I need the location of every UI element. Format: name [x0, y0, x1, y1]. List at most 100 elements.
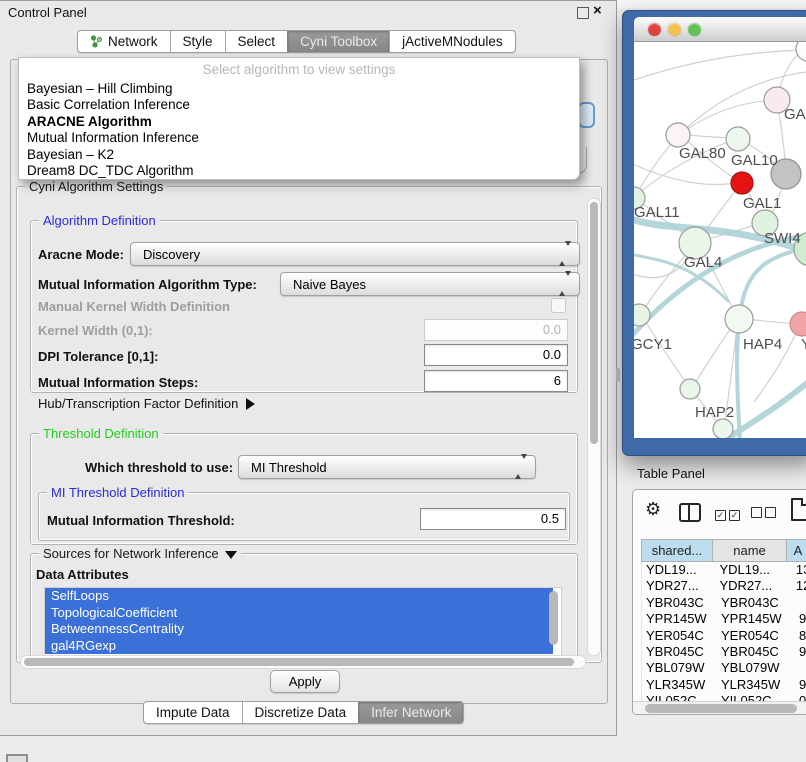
which-threshold-combobox[interactable]: MI Threshold — [238, 455, 536, 479]
table-row[interactable]: YBR045CYBR045C9. — [642, 644, 806, 660]
table-row[interactable]: YBR043CYBR043C — [642, 595, 806, 611]
settings-horizontal-thumb[interactable] — [24, 658, 574, 666]
table-row[interactable]: YPR145WYPR145W9. — [642, 611, 806, 627]
cell[interactable]: YLR345W — [642, 677, 717, 693]
table-row[interactable]: YBL079WYBL079W — [642, 660, 806, 676]
menu-item[interactable]: Mutual Information Inference — [19, 130, 579, 146]
tab-jactivemnodules[interactable]: jActiveMNodules — [389, 31, 515, 52]
cell[interactable]: YBR045C — [642, 644, 717, 660]
menu-item[interactable]: Dream8 DC_TDC Algorithm — [19, 163, 579, 179]
menu-item[interactable]: Bayesian – K2 — [19, 147, 579, 163]
tab-network[interactable]: Network — [78, 31, 170, 52]
combo-focus-fragment[interactable] — [578, 102, 595, 128]
cell[interactable]: YBL079W — [717, 660, 795, 676]
table-body[interactable]: YDL19...YDL19...13 YDR27...YDR27...12 YB… — [641, 562, 806, 701]
tab-cyni-toolbox[interactable]: Cyni Toolbox — [287, 31, 389, 52]
export-table-icon[interactable] — [791, 498, 806, 521]
settings-vertical-scrollbar[interactable] — [587, 198, 601, 656]
menu-item[interactable]: ARACNE Algorithm — [19, 114, 579, 130]
cell[interactable] — [795, 660, 799, 676]
cell[interactable]: 12 — [792, 578, 806, 594]
table-horizontal-scrollbar[interactable] — [633, 701, 806, 715]
mi-steps-field[interactable]: 6 — [424, 370, 568, 392]
list-item[interactable]: TopologicalCoefficient — [45, 605, 553, 622]
table-row[interactable]: YLR345WYLR345W9. — [642, 677, 806, 693]
cell[interactable]: YER054C — [717, 628, 795, 644]
cell[interactable]: YDR27... — [715, 578, 791, 594]
data-attributes-list[interactable]: SelfLoops TopologicalCoefficient Between… — [44, 587, 562, 657]
manual-kernel-checkbox[interactable] — [551, 298, 566, 313]
cell[interactable]: 0. — [795, 693, 806, 701]
network-node[interactable] — [634, 304, 650, 326]
mi-threshold-field[interactable]: 0.5 — [420, 508, 566, 530]
table-row[interactable]: YDL19...YDL19...13 — [642, 562, 806, 578]
tab-impute-data[interactable]: Impute Data — [144, 702, 242, 723]
menu-item[interactable]: Basic Correlation Inference — [19, 97, 579, 113]
cell[interactable]: YLR345W — [717, 677, 795, 693]
close-traffic-light-icon[interactable] — [648, 23, 661, 36]
cell[interactable]: YBR043C — [642, 595, 717, 611]
table-horizontal-thumb[interactable] — [645, 704, 797, 713]
network-node[interactable] — [725, 305, 753, 333]
cell[interactable]: YER054C — [642, 628, 717, 644]
tab-style[interactable]: Style — [170, 31, 225, 52]
close-icon[interactable]: × — [593, 2, 602, 19]
cell[interactable]: YDL19... — [715, 562, 791, 578]
tab-infer-network[interactable]: Infer Network — [358, 702, 463, 723]
zoom-traffic-light-icon[interactable] — [688, 23, 701, 36]
cell[interactable]: YIL052C — [717, 693, 795, 701]
column-header-clipped[interactable]: A — [787, 540, 806, 562]
mi-type-combobox[interactable]: Naive Bayes — [280, 272, 580, 296]
deselect-all-columns-icon[interactable] — [751, 506, 779, 521]
kernel-width-field[interactable]: 0.0 — [424, 319, 568, 341]
table-row[interactable]: YER054CYER054C8. — [642, 628, 806, 644]
network-node[interactable] — [713, 419, 733, 438]
hub-definition-expander[interactable]: Hub/Transcription Factor Definition — [38, 396, 255, 411]
column-header-name[interactable]: name — [713, 540, 787, 562]
cell[interactable]: YBL079W — [642, 660, 717, 676]
select-all-columns-icon[interactable]: ✓✓ — [715, 506, 743, 521]
tab-discretize-data[interactable]: Discretize Data — [242, 702, 359, 723]
table-row[interactable]: YIL052CYIL052C0. — [642, 693, 806, 701]
menu-item[interactable]: Bayesian – Hill Climbing — [19, 81, 579, 97]
gear-icon[interactable]: ⚙ — [645, 499, 661, 520]
cell[interactable]: YIL052C — [642, 693, 717, 701]
tab-select[interactable]: Select — [225, 31, 288, 52]
cell[interactable] — [795, 595, 799, 611]
aracne-mode-combobox[interactable]: Discovery — [130, 242, 580, 266]
list-item[interactable]: SelfLoops — [45, 588, 553, 605]
list-item[interactable]: BetweennessCentrality — [45, 621, 553, 638]
network-node[interactable] — [726, 127, 750, 151]
network-node-selected[interactable] — [731, 172, 753, 194]
table-row[interactable]: YDR27...YDR27...12 — [642, 578, 806, 594]
minimize-traffic-light-icon[interactable] — [668, 23, 681, 36]
cell[interactable]: 9. — [795, 677, 806, 693]
cell[interactable]: 8. — [795, 628, 806, 644]
list-scrollbar-thumb[interactable] — [549, 591, 558, 645]
sources-title-wrap[interactable]: Sources for Network Inference — [39, 546, 241, 561]
network-node[interactable] — [796, 42, 806, 61]
network-node[interactable] — [790, 312, 806, 336]
network-node[interactable] — [680, 379, 700, 399]
minimized-panel-fragment[interactable] — [6, 754, 28, 762]
network-view-window[interactable]: GAL GAL80 GAL10 GAL1 GAL11 SWI4 GAL4 GCY… — [622, 10, 806, 456]
cell[interactable]: 9. — [795, 611, 806, 627]
network-window-titlebar[interactable] — [634, 17, 806, 42]
cell[interactable]: YPR145W — [642, 611, 717, 627]
dpi-tolerance-field[interactable]: 0.0 — [424, 344, 568, 366]
apply-button[interactable]: Apply — [270, 670, 340, 693]
column-header-shared-name[interactable]: shared... — [642, 540, 713, 562]
network-canvas[interactable]: GAL GAL80 GAL10 GAL1 GAL11 SWI4 GAL4 GCY… — [634, 42, 806, 438]
cell[interactable]: YDL19... — [642, 562, 715, 578]
network-node[interactable] — [666, 123, 690, 147]
list-item[interactable]: gal4RGexp — [45, 638, 553, 655]
float-window-icon[interactable] — [577, 7, 589, 19]
cell[interactable]: YBR045C — [717, 644, 795, 660]
settings-horizontal-scrollbar[interactable] — [20, 655, 586, 669]
settings-vertical-thumb[interactable] — [590, 202, 598, 444]
cell[interactable]: 13 — [792, 562, 806, 578]
cell[interactable]: YDR27... — [642, 578, 715, 594]
cell[interactable]: 9. — [795, 644, 806, 660]
split-pane-icon[interactable] — [679, 503, 701, 522]
cell[interactable]: YPR145W — [717, 611, 795, 627]
